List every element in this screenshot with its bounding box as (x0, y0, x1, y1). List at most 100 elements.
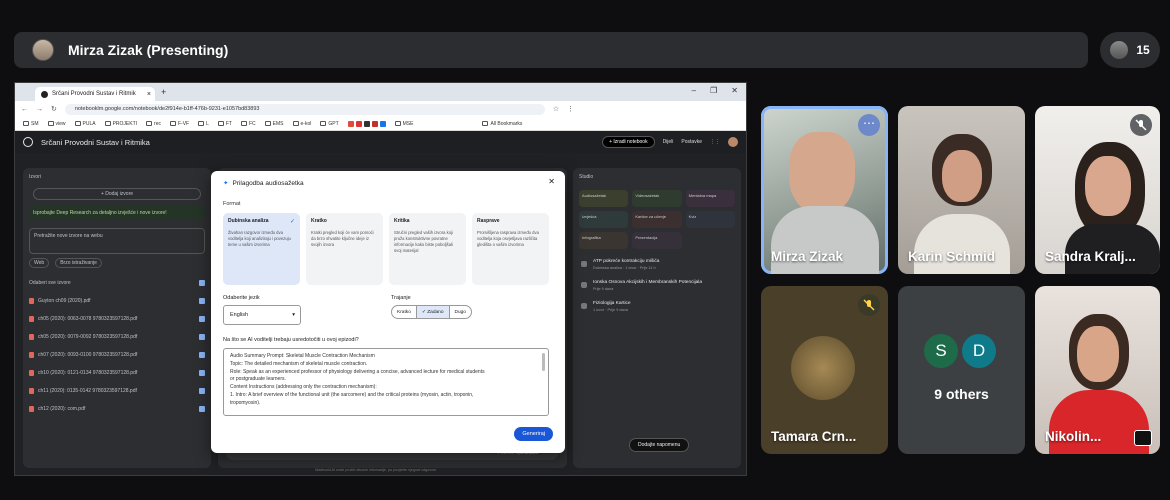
minimize-icon[interactable]: – (692, 86, 696, 95)
bookmark-fvf[interactable]: F-VF (169, 121, 189, 127)
more-options-icon[interactable]: ⋯ (858, 114, 880, 136)
check-icon: ✓ (289, 219, 295, 225)
studio-tile-mindmap[interactable]: Mentalna mapa (685, 190, 735, 207)
close-icon[interactable]: ✕ (548, 177, 555, 186)
participant-video-face (942, 150, 982, 202)
avatar (32, 39, 54, 61)
checkbox[interactable] (199, 316, 205, 322)
participant-tile[interactable]: Tamara Crn... (761, 286, 888, 454)
source-item[interactable]: ch07 (2020): 0093-0100 9780323597128.pdf (29, 346, 205, 364)
star-icon[interactable]: ☆ (553, 105, 559, 113)
participant-name: Mirza Zizak (771, 249, 844, 264)
share-button[interactable]: Dijeli (663, 139, 674, 145)
bookmark-fc[interactable]: FC (240, 121, 256, 127)
people-button[interactable]: 15 (1100, 32, 1160, 68)
forward-icon[interactable]: → (36, 106, 43, 113)
bookmark-l[interactable]: L (198, 121, 209, 127)
back-icon[interactable]: ← (21, 106, 28, 113)
avatar (1110, 41, 1129, 59)
duration-label: Trajanje (391, 295, 411, 301)
bookmark-icons[interactable] (347, 120, 386, 127)
studio-tile-video[interactable]: Videosažetak (632, 190, 682, 207)
focus-textarea[interactable]: Audio Summary Prompt: Skeletal Muscle Co… (223, 348, 549, 416)
bookmark-ekol[interactable]: e-kol (292, 121, 311, 127)
participant-tile[interactable]: ⋯ Mirza Zizak (761, 106, 888, 274)
studio-tile-audio[interactable]: Audiosažetak (579, 190, 629, 207)
bookmark-mse[interactable]: MSE (394, 121, 413, 127)
notebooklm-icon (41, 90, 48, 98)
duration-long[interactable]: Dugo (450, 306, 471, 318)
deep-research-promo[interactable]: Isprobajte Deep Research za detaljno izv… (29, 206, 205, 220)
picture-in-picture-icon[interactable] (1134, 430, 1152, 446)
pdf-icon (29, 388, 34, 394)
source-item[interactable]: ch05 (2020): 0079-0092 9780323597128.pdf (29, 328, 205, 346)
source-item[interactable]: ch10 (2020): 0121-0134 9780323597128.pdf (29, 364, 205, 382)
apps-icon[interactable]: ⋮⋮ (710, 139, 720, 145)
participant-tile[interactable]: Karin Schmid (898, 106, 1025, 274)
studio-note[interactable]: Fiziologija Kartice 1 izvor · Prije 9 da… (579, 301, 735, 312)
checkbox[interactable] (199, 406, 205, 412)
participant-tile[interactable]: Nikolin... (1035, 286, 1160, 454)
checkbox[interactable] (199, 280, 205, 286)
bookmark-ft[interactable]: FT (217, 121, 232, 127)
bookmark-pula[interactable]: PULA (74, 121, 96, 127)
settings-button[interactable]: Postavke (681, 139, 702, 145)
language-select[interactable]: English (223, 305, 301, 325)
source-item[interactable]: ch05 (2020): 0063-0078 9780323597128.pdf (29, 310, 205, 328)
source-item[interactable]: ch11 (2020): 0135-0142 9780323597128.pdf (29, 382, 205, 400)
format-option-deep-dive[interactable]: Dubinska analiza ✓ Živahan razgovor izme… (223, 213, 300, 285)
source-item[interactable]: ch12 (2020): com.pdf (29, 400, 205, 418)
presenter-bar: Mirza Zizak (Presenting) (14, 32, 1088, 68)
participant-tile[interactable]: Sandra Kralj... (1035, 106, 1160, 274)
create-notebook-button[interactable]: + Izradi notebook (602, 136, 655, 148)
checkbox[interactable] (199, 298, 205, 304)
studio-tile-flashcards[interactable]: Kartice za učenje (632, 211, 682, 228)
format-option-debate[interactable]: Rasprave Promišljena rasprava između dva… (472, 213, 549, 285)
checkbox[interactable] (199, 388, 205, 394)
web-chip[interactable]: Web (29, 258, 50, 268)
bookmark-projekti[interactable]: PROJEKTI (104, 121, 137, 127)
participant-video-body (914, 214, 1010, 274)
avatar[interactable] (728, 137, 738, 147)
bookmark-rec[interactable]: rec (146, 121, 161, 127)
checkbox[interactable] (199, 334, 205, 340)
format-option-brief[interactable]: Kratko Kratki pregled koji će vam pomoći… (306, 213, 383, 285)
studio-tile-quiz[interactable]: Kviz (685, 211, 735, 228)
web-search-input[interactable]: Pretražite nove izvore na webu (29, 228, 205, 254)
duration-toggle: Kratko ✓ Zadano Dugo (391, 305, 472, 319)
browser-tabbar: Srčani Provodni Sustav i Ritmik × + – ❐ … (15, 83, 746, 101)
address-bar[interactable]: notebooklm.google.com/notebook/de2f914e-… (64, 103, 545, 115)
select-all-row[interactable]: Odaberi sve izvore (29, 274, 205, 292)
studio-note[interactable]: ATP pokreće kontrakciju mišića Dubinska … (579, 259, 735, 270)
studio-note[interactable]: Ionska Osnova Akcijskih i Membranskih Po… (579, 280, 735, 291)
participant-tile-others[interactable]: S D 9 others (898, 286, 1025, 454)
reload-icon[interactable]: ↻ (51, 105, 57, 113)
generate-button[interactable]: Generiraj (514, 427, 553, 441)
add-source-button[interactable]: + Dodaj izvore (33, 188, 201, 200)
studio-tile-reports[interactable]: Izvješća (579, 211, 629, 228)
browser-tab[interactable]: Srčani Provodni Sustav i Ritmik × (35, 87, 155, 101)
studio-tile-presentation[interactable]: Prezentacija (632, 232, 682, 249)
bookmark-ems[interactable]: EMS (264, 121, 284, 127)
bookmark-gpt[interactable]: GPT (320, 121, 339, 127)
format-option-critique[interactable]: Kritika Stručni pregled vaših izvora koj… (389, 213, 466, 285)
menu-icon[interactable]: ⋮ (567, 105, 574, 113)
duration-short[interactable]: Kratko (392, 306, 417, 318)
checkbox[interactable] (199, 352, 205, 358)
duration-default[interactable]: ✓ Zadano (416, 306, 450, 318)
fast-research-chip[interactable]: Brzo istraživanje (55, 258, 102, 268)
checkbox[interactable] (199, 370, 205, 376)
source-label: ch12 (2020): com.pdf (38, 406, 86, 412)
all-bookmarks[interactable]: All Bookmarks (482, 121, 522, 127)
bookmark-view[interactable]: view (47, 121, 66, 127)
close-window-icon[interactable]: ✕ (731, 86, 738, 95)
notebook-title[interactable]: Srčani Provodni Sustav i Ritmika (41, 138, 150, 147)
close-icon[interactable]: × (147, 91, 151, 98)
maximize-icon[interactable]: ❐ (710, 86, 717, 95)
source-item[interactable]: Guyton ch09 (2020).pdf (29, 292, 205, 310)
add-note-button[interactable]: Dodajte napomenu (629, 438, 690, 452)
new-tab-icon[interactable]: + (161, 87, 166, 97)
studio-tile-infographic[interactable]: Infografika (579, 232, 629, 249)
bookmark-sm[interactable]: SM (23, 121, 39, 127)
scrollbar[interactable] (542, 353, 545, 371)
